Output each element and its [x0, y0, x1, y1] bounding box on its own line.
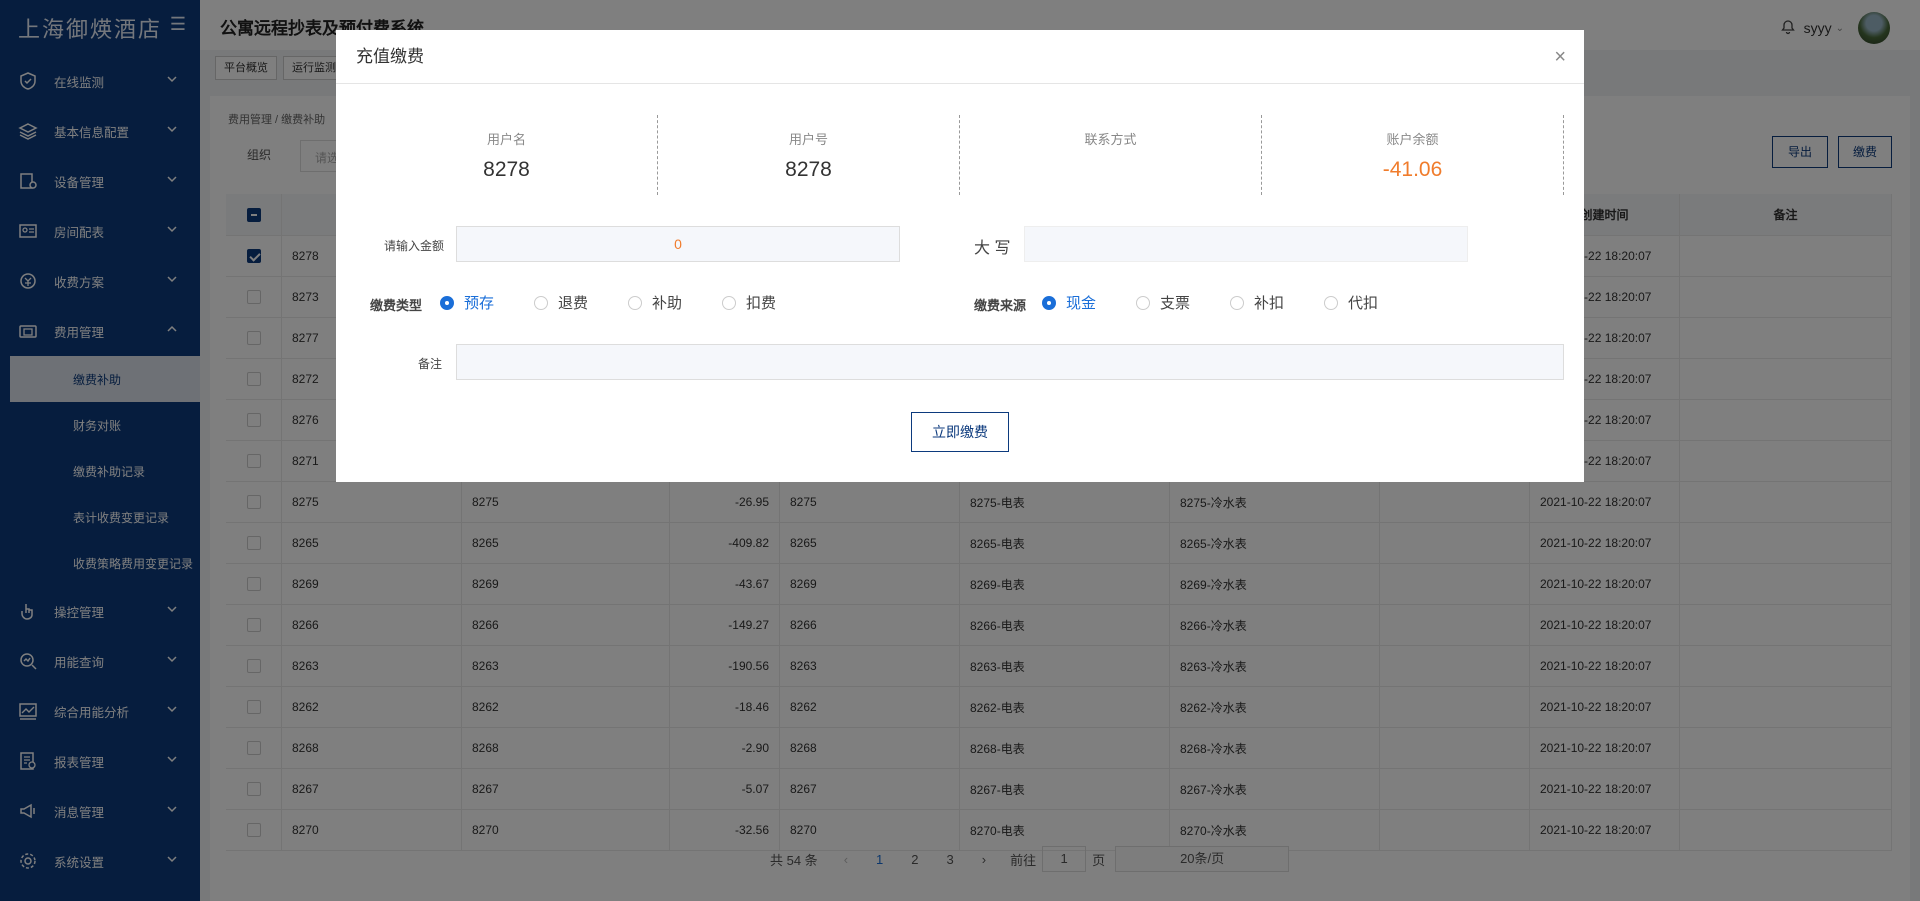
amount-uppercase-field — [1024, 226, 1468, 262]
close-icon[interactable]: × — [1554, 30, 1566, 84]
radio-dot — [534, 296, 548, 310]
recharge-dialog: 充值缴费 × 用户名 8278 用户号 8278 联系方式 账户余额 -41.0… — [336, 30, 1584, 482]
radio-dot — [1042, 296, 1056, 310]
stat-value: 8278 — [356, 158, 657, 184]
pay-source-radio-0[interactable]: 现金 — [1042, 292, 1096, 313]
radio-label: 代扣 — [1348, 292, 1378, 313]
stat-label: 联系方式 — [960, 129, 1261, 148]
pay-type-radio-3[interactable]: 扣费 — [722, 292, 776, 313]
pay-source-group: 现金 支票 补扣 代扣 — [1042, 292, 1418, 313]
radio-dot — [1230, 296, 1244, 310]
daxie-label: 大 写 — [974, 234, 1010, 258]
radio-label: 现金 — [1066, 292, 1096, 313]
dialog-title: 充值缴费 × — [336, 30, 1584, 84]
radio-label: 补助 — [652, 292, 682, 313]
radio-dot — [628, 296, 642, 310]
radio-dot — [722, 296, 736, 310]
stat-label: 用户名 — [356, 129, 657, 148]
pay-type-radio-1[interactable]: 退费 — [534, 292, 588, 313]
pay-type-radio-2[interactable]: 补助 — [628, 292, 682, 313]
stat-username: 用户名 8278 — [356, 115, 658, 195]
pay-source-radio-3[interactable]: 代扣 — [1324, 292, 1378, 313]
radio-label: 支票 — [1160, 292, 1190, 313]
pay-source-label: 缴费来源 — [974, 295, 1026, 314]
dialog-title-text: 充值缴费 — [356, 47, 424, 66]
amount-label: 请输入金额 — [384, 237, 444, 254]
stat-value — [960, 158, 1261, 184]
radio-label: 补扣 — [1254, 292, 1284, 313]
pay-source-radio-2[interactable]: 补扣 — [1230, 292, 1284, 313]
pay-source-radio-1[interactable]: 支票 — [1136, 292, 1190, 313]
stat-label: 用户号 — [658, 129, 959, 148]
remark-label: 备注 — [418, 355, 442, 372]
stat-value: 8278 — [658, 158, 959, 184]
amount-input[interactable]: 0 — [456, 226, 900, 262]
pay-type-group: 预存 退费 补助 扣费 — [440, 292, 816, 313]
radio-dot — [440, 296, 454, 310]
submit-payment-button[interactable]: 立即缴费 — [911, 412, 1009, 452]
radio-label: 扣费 — [746, 292, 776, 313]
stat-contact: 联系方式 — [960, 115, 1262, 195]
pay-type-radio-0[interactable]: 预存 — [440, 292, 494, 313]
radio-dot — [1324, 296, 1338, 310]
pay-type-label: 缴费类型 — [370, 295, 422, 314]
account-stats: 用户名 8278 用户号 8278 联系方式 账户余额 -41.06 — [356, 115, 1564, 195]
radio-label: 退费 — [558, 292, 588, 313]
stat-label: 账户余额 — [1262, 129, 1563, 148]
stat-value: -41.06 — [1262, 158, 1563, 184]
radio-label: 预存 — [464, 292, 494, 313]
remark-input[interactable] — [456, 344, 1564, 380]
stat-user-number: 用户号 8278 — [658, 115, 960, 195]
stat-balance: 账户余额 -41.06 — [1262, 115, 1564, 195]
radio-dot — [1136, 296, 1150, 310]
